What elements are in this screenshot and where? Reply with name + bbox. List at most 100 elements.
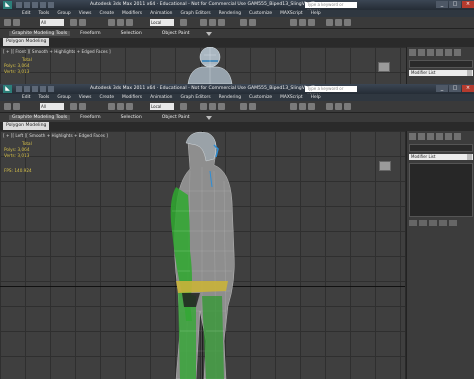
select-object-icon[interactable] (70, 19, 77, 26)
tab-object-paint[interactable]: Object Paint (152, 115, 200, 120)
snap-icon[interactable] (200, 103, 207, 110)
save-icon[interactable] (32, 86, 38, 92)
utilities-tab-icon[interactable] (454, 49, 461, 56)
left-viewport[interactable]: [ + ][ Left ][ Smooth + Highlights + Edg… (0, 131, 405, 379)
modifier-list-dropdown[interactable]: Modifier List (409, 70, 473, 76)
reference-coordinate-dropdown[interactable]: Local (150, 103, 174, 110)
rotate-icon[interactable] (117, 19, 124, 26)
menu-create[interactable]: Create (95, 10, 118, 17)
pin-stack-icon[interactable] (409, 220, 417, 226)
polygon-modeling-tab[interactable]: Polygon Modeling (3, 122, 50, 130)
menu-group[interactable]: Group (53, 94, 74, 101)
menu-graph-editors[interactable]: Graph Editors (176, 94, 214, 101)
render-frame-icon[interactable] (335, 19, 342, 26)
open-icon[interactable] (24, 86, 30, 92)
close-button[interactable]: × (462, 85, 474, 92)
scale-icon[interactable] (126, 103, 133, 110)
app-logo-icon[interactable]: ◣ (3, 85, 12, 93)
utilities-tab-icon[interactable] (454, 133, 461, 140)
menu-maxscript[interactable]: MAXScript (276, 10, 307, 17)
viewcube-icon[interactable] (379, 161, 391, 171)
snap-icon[interactable] (200, 19, 207, 26)
undo-icon[interactable] (4, 103, 11, 110)
schematic-view-icon[interactable] (299, 19, 306, 26)
select-by-name-icon[interactable] (79, 19, 86, 26)
undo-icon[interactable] (40, 2, 46, 8)
motion-tab-icon[interactable] (436, 133, 443, 140)
modifier-list-dropdown[interactable]: Modifier List (409, 154, 473, 160)
character-side-view[interactable] (150, 131, 260, 379)
create-tab-icon[interactable] (409, 133, 416, 140)
rotate-icon[interactable] (117, 103, 124, 110)
selection-filter-dropdown[interactable]: All (40, 19, 64, 26)
modifier-stack[interactable] (409, 163, 473, 217)
menu-help[interactable]: Help (307, 94, 325, 101)
make-unique-icon[interactable] (429, 220, 437, 226)
maximize-button[interactable]: □ (449, 1, 461, 8)
app-logo-icon[interactable]: ◣ (3, 1, 12, 9)
tab-graphite-modeling-tools[interactable]: Graphite Modeling Tools (9, 115, 71, 120)
menu-edit[interactable]: Edit (18, 94, 35, 101)
configure-modifier-sets-icon[interactable] (449, 220, 457, 226)
pivot-icon[interactable] (180, 103, 187, 110)
motion-tab-icon[interactable] (436, 49, 443, 56)
angle-snap-icon[interactable] (209, 19, 216, 26)
object-name-field[interactable] (409, 60, 473, 68)
polygon-modeling-tab[interactable]: Polygon Modeling (3, 38, 50, 46)
menu-rendering[interactable]: Rendering (215, 94, 245, 101)
undo-icon[interactable] (40, 86, 46, 92)
viewcube-icon[interactable] (378, 62, 390, 72)
menu-customize[interactable]: Customize (245, 94, 276, 101)
tab-object-paint[interactable]: Object Paint (152, 31, 200, 36)
menu-tools[interactable]: Tools (35, 94, 54, 101)
open-icon[interactable] (24, 2, 30, 8)
undo-icon[interactable] (4, 19, 11, 26)
menu-customize[interactable]: Customize (245, 10, 276, 17)
menu-views[interactable]: Views (75, 94, 96, 101)
new-icon[interactable] (16, 2, 22, 8)
move-icon[interactable] (108, 103, 115, 110)
display-tab-icon[interactable] (445, 133, 452, 140)
menu-help[interactable]: Help (307, 10, 325, 17)
maximize-button[interactable]: □ (449, 85, 461, 92)
menu-edit[interactable]: Edit (18, 10, 35, 17)
scale-icon[interactable] (126, 19, 133, 26)
minimize-button[interactable]: _ (436, 85, 448, 92)
tab-selection[interactable]: Selection (111, 115, 152, 120)
material-editor-icon[interactable] (308, 19, 315, 26)
tab-graphite-modeling-tools[interactable]: Graphite Modeling Tools (9, 31, 71, 36)
angle-snap-icon[interactable] (209, 103, 216, 110)
save-icon[interactable] (32, 2, 38, 8)
tab-freeform[interactable]: Freeform (70, 31, 110, 36)
menu-rendering[interactable]: Rendering (215, 10, 245, 17)
menu-create[interactable]: Create (95, 94, 118, 101)
search-input[interactable]: Type a keyword or phrase (305, 1, 357, 13)
material-editor-icon[interactable] (308, 103, 315, 110)
select-by-name-icon[interactable] (79, 103, 86, 110)
curve-editor-icon[interactable] (290, 103, 297, 110)
mirror-icon[interactable] (240, 103, 247, 110)
ribbon-expand-icon[interactable] (205, 115, 212, 120)
selection-filter-dropdown[interactable]: All (40, 103, 64, 110)
percent-snap-icon[interactable] (218, 103, 225, 110)
schematic-view-icon[interactable] (299, 103, 306, 110)
move-icon[interactable] (108, 19, 115, 26)
menu-graph-editors[interactable]: Graph Editors (176, 10, 214, 17)
object-name-field[interactable] (409, 144, 473, 152)
mirror-icon[interactable] (240, 19, 247, 26)
render-frame-icon[interactable] (335, 103, 342, 110)
modify-tab-icon[interactable] (418, 49, 425, 56)
pivot-icon[interactable] (180, 19, 187, 26)
menu-animation[interactable]: Animation (146, 10, 176, 17)
menu-animation[interactable]: Animation (146, 94, 176, 101)
modify-tab-icon[interactable] (418, 133, 425, 140)
redo-icon[interactable] (48, 86, 54, 92)
menu-modifiers[interactable]: Modifiers (118, 10, 146, 17)
create-tab-icon[interactable] (409, 49, 416, 56)
render-setup-icon[interactable] (326, 19, 333, 26)
align-icon[interactable] (249, 19, 256, 26)
menu-maxscript[interactable]: MAXScript (276, 94, 307, 101)
viewport-label[interactable]: [ + ][ Front ][ Smooth + Highlights + Ed… (3, 49, 111, 54)
tab-selection[interactable]: Selection (111, 31, 152, 36)
hierarchy-tab-icon[interactable] (427, 49, 434, 56)
